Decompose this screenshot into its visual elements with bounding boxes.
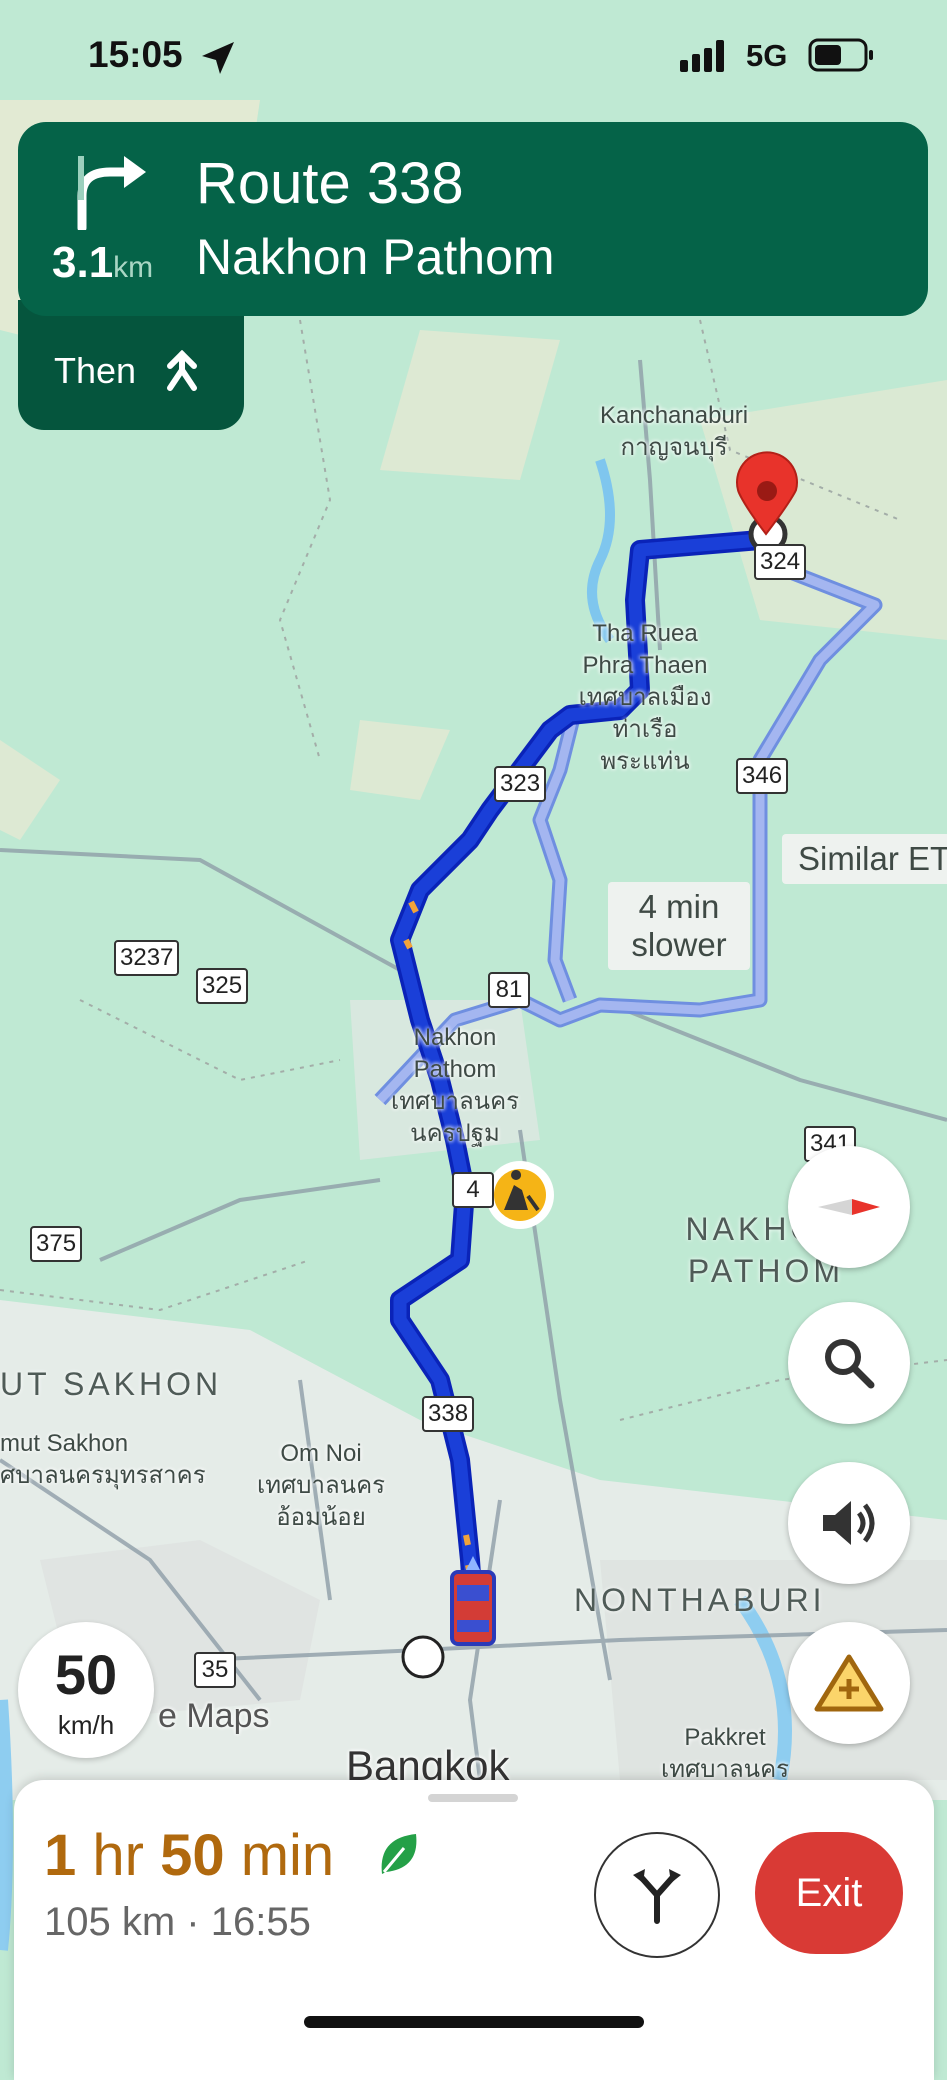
status-time: 15:05 xyxy=(88,34,183,75)
maps-watermark: e Maps xyxy=(158,1697,270,1735)
route-shield: 4 xyxy=(452,1172,494,1208)
exit-button[interactable]: Exit xyxy=(755,1832,903,1954)
street-name: Route 338 xyxy=(196,151,464,216)
fork-route-icon xyxy=(633,1869,681,1924)
navigation-header[interactable] xyxy=(18,122,928,316)
alternate-routes-button[interactable] xyxy=(594,1832,720,1958)
battery-icon xyxy=(808,38,873,72)
compass-button[interactable] xyxy=(788,1146,910,1268)
route-shield: 346 xyxy=(736,758,789,794)
city-label: Bangkok xyxy=(346,1742,510,1789)
route-shield: 375 xyxy=(30,1226,83,1262)
warning-add-icon xyxy=(814,1654,884,1712)
route-shield: 81 xyxy=(488,972,530,1008)
compass-icon xyxy=(818,1199,880,1215)
place-label: Pakkret เทศบาลนคร xyxy=(660,1724,790,1783)
place-label: mut Sakhon ศบาลนครมุทรสาคร xyxy=(0,1430,206,1489)
route-shield: 324 xyxy=(754,544,807,580)
home-indicator[interactable] xyxy=(304,2016,644,2028)
place-label: Nakhon Pathom เทศบาลนครนครปฐม xyxy=(390,1024,520,1147)
turn-right-icon xyxy=(77,156,146,230)
place-label: Om Noi เทศบาลนครอ้อมน้อย xyxy=(256,1440,386,1531)
eta-duration: 1 hr 50 min xyxy=(44,1823,335,1888)
route-shield: 338 xyxy=(422,1396,475,1432)
route-shield: 3237 xyxy=(114,940,180,976)
trip-details: 105 km · 16:55 xyxy=(44,1900,311,1944)
speed-indicator: 50 km/h xyxy=(18,1622,154,1758)
sound-button[interactable] xyxy=(788,1462,910,1584)
then-label: Then xyxy=(54,350,137,391)
maneuver-distance: 3.1km xyxy=(52,238,154,287)
eco-leaf-icon xyxy=(381,1834,417,1874)
route-shield: 325 xyxy=(196,968,249,1004)
route-shield: 35 xyxy=(194,1652,236,1688)
construction-marker-icon[interactable] xyxy=(486,1161,554,1229)
similar-eta-callout[interactable]: Similar ET xyxy=(782,834,947,884)
direction-city: Nakhon Pathom xyxy=(196,229,555,285)
region-label: NONTHABURI xyxy=(574,1582,826,1618)
sheet-handle[interactable] xyxy=(428,1794,518,1802)
volume-icon xyxy=(823,1501,875,1545)
report-incident-button[interactable] xyxy=(788,1622,910,1744)
place-label: Kanchanaburi กาญจนบุรี xyxy=(600,402,749,461)
alt-route-callout[interactable]: 4 min slower xyxy=(608,882,750,970)
signal-icon xyxy=(680,40,724,72)
place-label: Tha Ruea Phra Thaen เทศบาลเมืองท่าเรือพระ… xyxy=(578,620,712,775)
merge-icon xyxy=(167,350,197,391)
search-button[interactable] xyxy=(788,1302,910,1424)
region-label: UT SAKHON xyxy=(0,1366,223,1402)
network-label: 5G xyxy=(746,38,788,73)
location-arrow-icon xyxy=(202,42,234,74)
search-icon xyxy=(825,1339,875,1389)
route-shield: 323 xyxy=(494,766,547,802)
